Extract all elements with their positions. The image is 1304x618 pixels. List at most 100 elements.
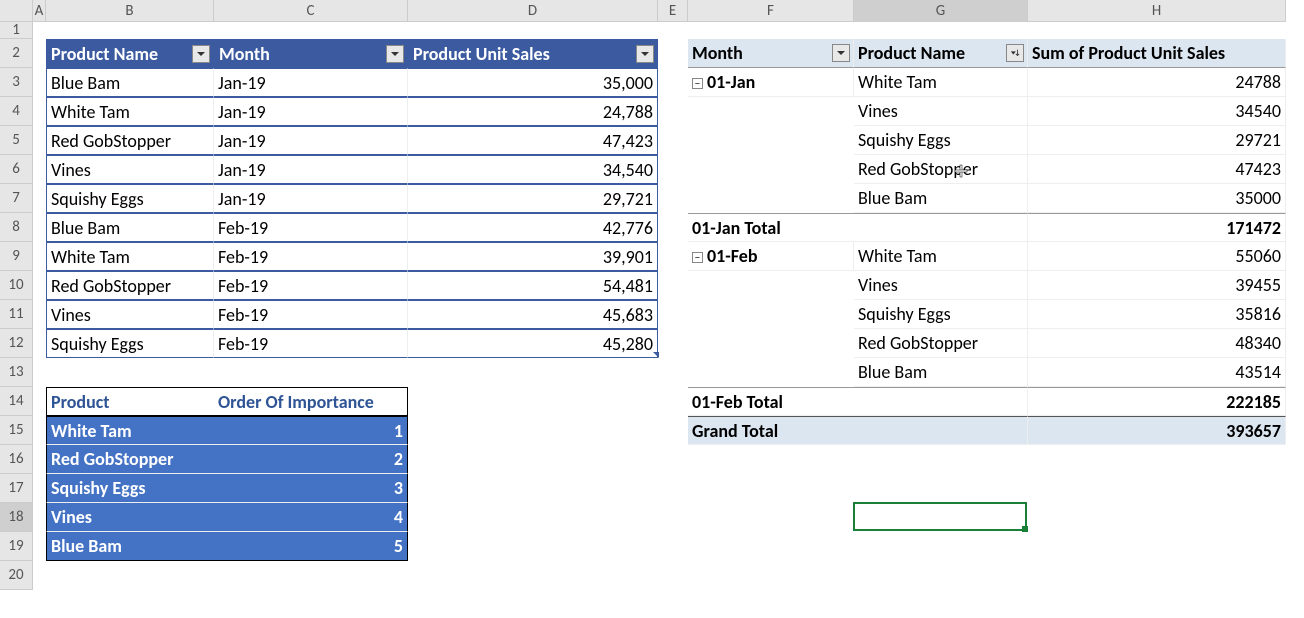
row-8[interactable]: 8 [0, 213, 33, 242]
cell[interactable]: Red GobStopper [46, 126, 214, 155]
cell[interactable]: 4 [214, 503, 408, 532]
row-2[interactable]: 2 [0, 39, 33, 68]
cell[interactable]: Feb-19 [214, 329, 408, 358]
filter-icon[interactable] [386, 45, 404, 63]
table1-header-month[interactable]: Month [214, 39, 408, 68]
filter-icon[interactable] [636, 45, 654, 63]
pivot-grand-total-value[interactable]: 393657 [1028, 416, 1286, 445]
col-H[interactable]: H [1028, 0, 1286, 22]
cell[interactable]: Feb-19 [214, 242, 408, 271]
row-14[interactable]: 14 [0, 387, 33, 416]
row-18[interactable]: 18 [0, 503, 33, 532]
row-9[interactable]: 9 [0, 242, 33, 271]
table1-header-product-name[interactable]: Product Name [46, 39, 214, 68]
cell[interactable]: 3 [214, 474, 408, 503]
col-D[interactable]: D [408, 0, 658, 22]
pivot-feb-total-label[interactable]: 01-Feb Total [688, 387, 1028, 416]
cell[interactable]: Vines [46, 300, 214, 329]
cell[interactable]: 39455 [1028, 271, 1286, 300]
col-F[interactable]: F [688, 0, 854, 22]
table-resize-handle-icon[interactable] [653, 352, 659, 358]
row-10[interactable]: 10 [0, 271, 33, 300]
cell[interactable]: Jan-19 [214, 68, 408, 97]
cell[interactable]: White Tam [46, 416, 214, 445]
row-6[interactable]: 6 [0, 155, 33, 184]
row-4[interactable]: 4 [0, 97, 33, 126]
cell[interactable]: 35000 [1028, 184, 1286, 213]
cell[interactable]: Blue Bam [46, 68, 214, 97]
cell[interactable]: 42,776 [408, 213, 658, 242]
cell[interactable]: 1 [214, 416, 408, 445]
cell[interactable]: 47423 [1028, 155, 1286, 184]
cell[interactable]: 34540 [1028, 97, 1286, 126]
cell[interactable]: 55060 [1028, 242, 1286, 271]
cell[interactable]: Red GobStopper [854, 329, 1028, 358]
imp-header-product[interactable]: Product [46, 387, 214, 416]
cell[interactable]: Squishy Eggs [46, 184, 214, 213]
cell[interactable]: White Tam [854, 242, 1028, 271]
row-17[interactable]: 17 [0, 474, 33, 503]
cell[interactable]: Squishy Eggs [854, 300, 1028, 329]
cell[interactable]: Red GobStopper [854, 155, 1028, 184]
cell[interactable]: Feb-19 [214, 300, 408, 329]
cell[interactable]: Red GobStopper [46, 271, 214, 300]
cell[interactable]: 29,721 [408, 184, 658, 213]
row-5[interactable]: 5 [0, 126, 33, 155]
cell[interactable]: Blue Bam [46, 213, 214, 242]
col-E[interactable]: E [658, 0, 688, 22]
row-16[interactable]: 16 [0, 445, 33, 474]
cell[interactable]: Vines [46, 155, 214, 184]
cell[interactable]: Red GobStopper [46, 445, 214, 474]
cell[interactable]: 34,540 [408, 155, 658, 184]
cell[interactable]: 24788 [1028, 68, 1286, 97]
cell[interactable]: 39,901 [408, 242, 658, 271]
collapse-icon[interactable]: − [692, 252, 703, 263]
spreadsheet[interactable]: A B C D E F G H 1 2 3 4 5 6 7 8 9 10 11 … [0, 0, 1304, 618]
cell[interactable]: 24,788 [408, 97, 658, 126]
col-A[interactable]: A [33, 0, 46, 22]
cell[interactable]: Feb-19 [214, 213, 408, 242]
cell[interactable]: 2 [214, 445, 408, 474]
cell[interactable]: 43514 [1028, 358, 1286, 387]
cell[interactable]: 5 [214, 532, 408, 561]
cell[interactable]: 35,000 [408, 68, 658, 97]
cell[interactable]: Jan-19 [214, 126, 408, 155]
cell[interactable]: White Tam [46, 242, 214, 271]
table1-header-sales[interactable]: Product Unit Sales [408, 39, 658, 68]
cell[interactable]: 45,683 [408, 300, 658, 329]
row-3[interactable]: 3 [0, 68, 33, 97]
row-11[interactable]: 11 [0, 300, 33, 329]
cell[interactable]: Blue Bam [854, 358, 1028, 387]
cell[interactable]: Jan-19 [214, 97, 408, 126]
pivot-header-product[interactable]: Product Name [854, 39, 1028, 68]
filter-icon[interactable] [832, 44, 850, 62]
col-B[interactable]: B [46, 0, 214, 22]
cell[interactable]: Vines [46, 503, 214, 532]
imp-header-order[interactable]: Order Of Importance [214, 387, 408, 416]
pivot-header-month[interactable]: Month [688, 39, 854, 68]
cell[interactable]: Vines [854, 97, 1028, 126]
col-G[interactable]: G [854, 0, 1028, 22]
cell[interactable]: 48340 [1028, 329, 1286, 358]
filter-sort-icon[interactable] [1006, 44, 1024, 62]
cell[interactable]: 45,280 [408, 329, 658, 358]
cell[interactable]: Squishy Eggs [46, 329, 214, 358]
cell[interactable]: Squishy Eggs [46, 474, 214, 503]
col-C[interactable]: C [214, 0, 408, 22]
cell[interactable]: Jan-19 [214, 155, 408, 184]
pivot-jan-total-label[interactable]: 01-Jan Total [688, 213, 1028, 242]
row-1[interactable]: 1 [0, 22, 33, 39]
row-13[interactable]: 13 [0, 358, 33, 387]
pivot-group-jan[interactable]: −01-Jan [688, 68, 854, 97]
cell[interactable]: Jan-19 [214, 184, 408, 213]
cell[interactable]: Feb-19 [214, 271, 408, 300]
cell[interactable]: Vines [854, 271, 1028, 300]
cell[interactable]: 47,423 [408, 126, 658, 155]
collapse-icon[interactable]: − [692, 78, 703, 89]
row-20[interactable]: 20 [0, 561, 33, 590]
row-19[interactable]: 19 [0, 532, 33, 561]
cell[interactable]: 54,481 [408, 271, 658, 300]
cell[interactable]: Squishy Eggs [854, 126, 1028, 155]
pivot-jan-total-value[interactable]: 171472 [1028, 213, 1286, 242]
pivot-header-sum[interactable]: Sum of Product Unit Sales [1028, 39, 1286, 68]
